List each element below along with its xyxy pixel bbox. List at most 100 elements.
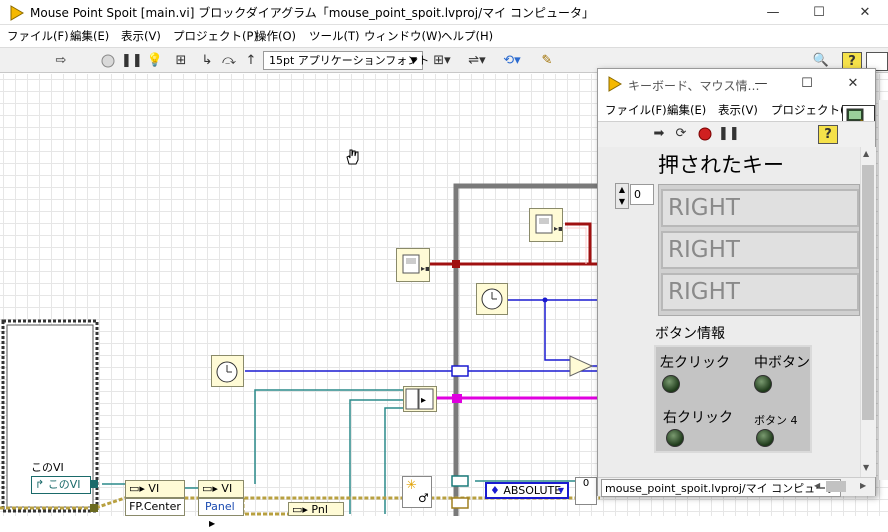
menu-tools[interactable]: ツール(T) — [309, 28, 360, 44]
scroll-down-icon[interactable]: ▼ — [863, 463, 869, 472]
clock-icon — [481, 288, 503, 310]
fp-vertical-scroll-thumb[interactable] — [862, 165, 874, 420]
highlight-bulb-icon[interactable]: 💡 — [146, 52, 164, 69]
menu-view[interactable]: 表示(V) — [121, 28, 161, 44]
right-click-led[interactable] — [666, 429, 684, 447]
fp-horizontal-scrollbar[interactable]: mouse_point_spoit.lvproj/マイ コンピュータ ◀ ▶ — [598, 477, 875, 497]
pause-icon[interactable]: ❚❚ — [718, 125, 740, 142]
scroll-up-icon[interactable]: ▲ — [863, 149, 869, 158]
labview-logo-icon — [608, 76, 622, 92]
run-continuously-icon[interactable]: ⟳ — [672, 125, 690, 142]
wait-ms-clock-node[interactable] — [211, 355, 244, 387]
fp-menu-view[interactable]: 表示(V) — [718, 102, 758, 118]
close-button[interactable]: ✕ — [842, 0, 888, 25]
timer-node-2[interactable]: ▸▪ — [529, 208, 563, 242]
stepper-up-icon[interactable]: ▲ — [616, 184, 628, 196]
menu-project[interactable]: プロジェクト(P) — [173, 28, 258, 44]
sparkle-icon: ✳ — [406, 478, 417, 493]
step-over-icon[interactable]: ⤼ — [220, 52, 238, 69]
fp-horizontal-scroll-thumb[interactable] — [826, 481, 846, 492]
font-select-value: 15pt アプリケーションフォント — [269, 54, 430, 67]
property-node-vi[interactable]: ▭▸ VI — [125, 480, 185, 498]
fp-title-bar: キーボード、マウス情… — ☐ ✕ — [598, 69, 875, 99]
menu-window[interactable]: ウィンドウ(W) — [364, 28, 442, 44]
middle-button-label: 中ボタン — [754, 355, 810, 371]
retain-wire-values-icon[interactable]: ⊞ — [172, 52, 190, 69]
fp-panel-area: 押されたキー ▲ ▼ 0 RIGHT RIGHT RIGHT ボタン情報 左クリッ… — [598, 147, 860, 477]
bundle-node[interactable]: ▸ — [403, 386, 437, 412]
tick-count-icon: ▸▪ — [535, 214, 563, 234]
key-string-2[interactable]: RIGHT — [661, 231, 859, 269]
background-window-edge — [878, 100, 888, 480]
fp-center-property[interactable]: FP.Center — [125, 498, 185, 516]
button-4-label: ボタン 4 — [754, 414, 798, 427]
wait-clock-node[interactable] — [476, 283, 508, 315]
this-vi-reference[interactable]: ↱ このVI — [31, 476, 91, 494]
array-index-stepper[interactable]: ▲ ▼ — [615, 183, 629, 209]
fp-menu-edit[interactable]: 編集(E) — [667, 102, 706, 118]
abort-icon[interactable] — [99, 52, 117, 69]
distribute-objects-icon[interactable]: ⇌▾ — [465, 52, 489, 69]
left-click-label: 左クリック — [660, 355, 730, 371]
align-objects-icon[interactable]: ⊞▾ — [430, 52, 454, 69]
step-out-icon[interactable]: ↑ — [242, 52, 260, 69]
key-string-3[interactable]: RIGHT — [661, 273, 859, 311]
scroll-left-icon[interactable]: ◀ — [814, 481, 820, 490]
left-click-led[interactable] — [662, 375, 680, 393]
acquire-input-node[interactable]: 0 — [575, 477, 597, 505]
bundle-icon: ▸ — [405, 388, 434, 410]
triangle-right-icon: ▶ — [209, 519, 216, 528]
menu-operate[interactable]: 操作(O) — [255, 28, 296, 44]
clean-up-diagram-icon[interactable]: ✎ — [538, 52, 556, 69]
step-into-icon[interactable]: ↳ — [198, 52, 216, 69]
tick-count-icon: ▸▪ — [402, 254, 430, 274]
fp-menu-bar: ファイル(F) 編集(E) 表示(V) プロジェクト(P) — [598, 99, 875, 121]
this-vi-label: このVI — [47, 478, 81, 491]
maximize-button[interactable]: ☐ — [796, 0, 842, 25]
menu-help[interactable]: ヘルプ(H) — [441, 28, 493, 44]
reorder-icon[interactable]: ⟲▾ — [500, 52, 524, 69]
enum-arrow-icon: ♦ — [490, 484, 500, 497]
window-title: Mouse Point Spoit [main.vi] ブロックダイアグラム「m… — [30, 6, 594, 20]
initialize-node[interactable]: ✳ ♂ — [402, 476, 432, 508]
scroll-right-icon[interactable]: ▶ — [860, 481, 866, 490]
menu-edit[interactable]: 編集(E) — [70, 28, 109, 44]
timer-node[interactable]: ▸▪ — [396, 248, 430, 282]
run-arrow-icon[interactable]: ➡ — [650, 125, 668, 142]
chevron-down-icon: ▼ — [557, 486, 564, 495]
reference-icon: ↱ — [35, 478, 45, 491]
minimize-button[interactable]: — — [750, 0, 796, 25]
middle-button-led[interactable] — [754, 375, 772, 393]
panel-property[interactable]: Panel ▶ — [198, 498, 244, 528]
fp-vertical-scrollbar[interactable]: ▲ ▼ — [860, 147, 876, 477]
property-node-pnl[interactable]: ▭▸ Pnl — [288, 502, 344, 516]
property-node-icon: ▭▸ — [129, 482, 145, 495]
svg-text:▸▪: ▸▪ — [554, 224, 562, 233]
absolute-enum-constant[interactable]: ♦ ABSOLUTE ▼ — [485, 482, 569, 499]
acquire-input-zero: 0 — [582, 478, 590, 489]
font-select[interactable]: 15pt アプリケーションフォント ▼ — [263, 51, 429, 70]
fp-minimize-button[interactable]: — — [738, 71, 784, 96]
search-icon[interactable]: 🔍 — [812, 52, 830, 69]
key-string-1[interactable]: RIGHT — [661, 189, 859, 227]
clock-icon — [216, 361, 238, 383]
pause-icon[interactable]: ❚❚ — [121, 52, 143, 69]
property-node-icon: ▭▸ — [292, 503, 308, 516]
menu-file[interactable]: ファイル(F) — [7, 28, 69, 44]
property-node-vi-2[interactable]: ▭▸ VI — [198, 480, 244, 498]
absolute-enum-label: ABSOLUTE — [503, 484, 562, 497]
array-index-input[interactable]: 0 — [630, 184, 654, 205]
abort-icon[interactable] — [696, 125, 714, 142]
run-arrow-icon[interactable]: ⇨ — [52, 52, 70, 69]
fp-close-button[interactable]: ✕ — [830, 71, 876, 96]
device-icon: ♂ — [418, 491, 429, 505]
right-click-label: 右クリック — [663, 410, 733, 426]
this-vi-caption: このVI — [31, 461, 64, 474]
stepper-down-icon[interactable]: ▼ — [616, 196, 628, 208]
fp-menu-file[interactable]: ファイル(F) — [605, 102, 667, 118]
fp-help-button[interactable]: ? — [818, 125, 838, 144]
keys-pressed-label: 押されたキー — [658, 153, 784, 177]
fp-maximize-button[interactable]: ☐ — [784, 71, 830, 96]
svg-text:▸▪: ▸▪ — [421, 264, 429, 273]
button-4-led[interactable] — [756, 429, 774, 447]
